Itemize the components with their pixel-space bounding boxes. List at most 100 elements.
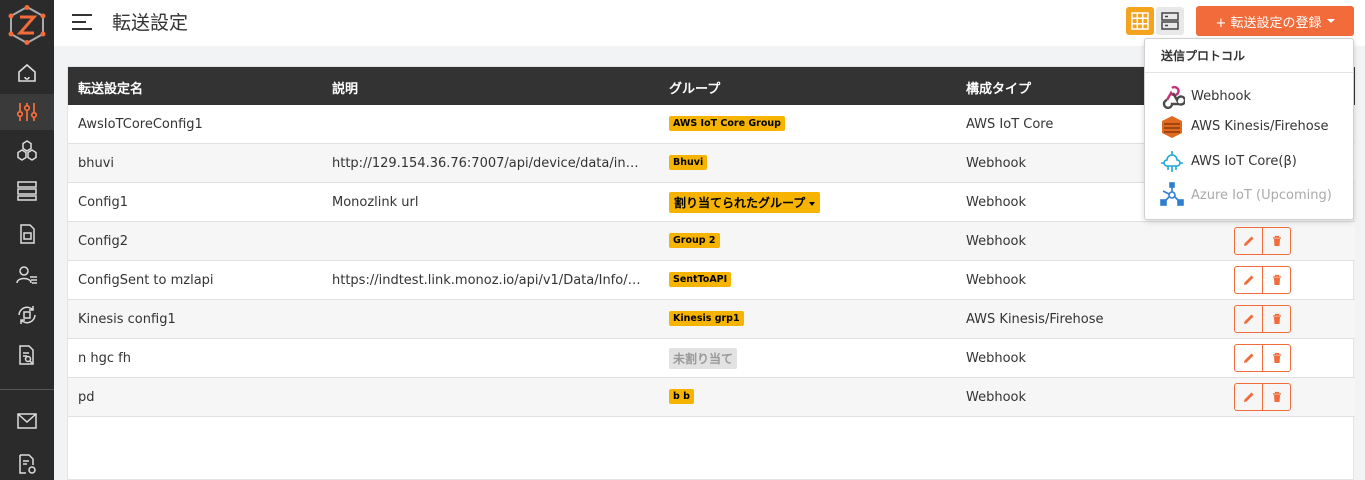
mail-icon [17, 413, 37, 429]
table-row[interactable]: Config2 Group 2 Webhook [68, 222, 1355, 261]
group-badge-label: 割り当てられたグループ [674, 196, 806, 210]
aws-iot-icon [1161, 151, 1183, 172]
config-description: https://indtest.link.monoz.io/api/v1/Dat… [332, 273, 642, 288]
config-name: n hgc fh [78, 351, 131, 366]
config-name: AwsIoTCoreConfig1 [78, 117, 203, 132]
group-badge: Group 2 [669, 233, 720, 248]
add-transfer-setting-button[interactable]: + 転送設定の登録 [1196, 6, 1354, 36]
row-actions [1234, 344, 1291, 372]
sidebar-item-sync[interactable] [0, 297, 54, 333]
sidebar-item-transfer[interactable] [0, 94, 54, 130]
menu-item-azure-iot: Azure IoT (Upcoming) [1159, 181, 1349, 209]
trash-icon [1272, 313, 1281, 324]
column-header-name: 転送設定名 [78, 82, 144, 97]
sliders-icon [16, 103, 38, 121]
column-header-group: グループ [669, 82, 721, 97]
trash-icon [1272, 352, 1281, 363]
menu-item-aws-iot-core[interactable]: AWS IoT Core(β) [1159, 147, 1349, 175]
table-row[interactable]: pd b b Webhook [68, 378, 1355, 417]
logo-icon[interactable] [7, 5, 47, 45]
chevron-down-icon [809, 201, 816, 206]
dropdown-header: 送信プロトコル [1161, 49, 1246, 63]
pencil-icon [1243, 275, 1254, 285]
delete-button[interactable] [1262, 384, 1290, 410]
menu-item-label: AWS IoT Core(β) [1191, 153, 1297, 169]
edit-button[interactable] [1235, 267, 1262, 293]
sidebar-divider [0, 389, 54, 390]
sidebar [0, 0, 54, 480]
group-badge: Bhuvi [669, 155, 708, 170]
group-dropdown-badge[interactable]: 割り当てられたグループ [669, 192, 821, 213]
chevron-down-icon [1326, 19, 1335, 23]
group-badge: SentToAPI [669, 272, 732, 287]
config-type: Webhook [966, 390, 1027, 405]
table-row[interactable]: ConfigSent to mzlapi https://indtest.lin… [68, 261, 1355, 300]
config-description: http://129.154.36.76:7007/api/device/dat… [332, 156, 642, 171]
list-view-button[interactable] [1156, 7, 1184, 35]
table-row[interactable]: n hgc fh 未割り当て Webhook [68, 339, 1355, 378]
trash-icon [1272, 274, 1281, 285]
trash-icon [1272, 391, 1281, 402]
column-header-description: 説明 [332, 82, 359, 97]
sidebar-item-devices[interactable] [0, 216, 54, 252]
sync-icon [18, 306, 36, 324]
edit-button[interactable] [1235, 345, 1262, 371]
delete-button[interactable] [1262, 345, 1290, 371]
sidebar-item-servers[interactable] [0, 173, 54, 209]
page-title: 転送設定 [112, 12, 189, 34]
pencil-icon [1243, 236, 1254, 246]
settings-doc-icon [19, 454, 36, 474]
add-transfer-setting-label: + 転送設定の登録 [1215, 15, 1322, 31]
hexagons-icon [17, 140, 37, 161]
menu-toggle-icon[interactable] [72, 12, 94, 32]
menu-item-label: Azure IoT (Upcoming) [1191, 187, 1332, 203]
config-name: pd [78, 390, 95, 405]
edit-button[interactable] [1235, 306, 1262, 332]
config-type: Webhook [966, 273, 1027, 288]
config-name: Config2 [78, 234, 128, 249]
sidebar-item-reports[interactable] [0, 337, 54, 373]
report-icon [19, 345, 34, 365]
config-type: AWS Kinesis/Firehose [966, 312, 1104, 327]
sidebar-item-settings[interactable] [0, 446, 54, 480]
edit-button[interactable] [1235, 384, 1262, 410]
delete-button[interactable] [1262, 306, 1290, 332]
menu-item-label: Webhook [1191, 88, 1252, 104]
azure-iot-icon [1160, 182, 1184, 206]
pencil-icon [1243, 353, 1254, 363]
device-icon [20, 224, 35, 244]
sidebar-item-users[interactable] [0, 257, 54, 293]
server-icon [17, 181, 37, 201]
home-icon [18, 63, 36, 82]
dropdown-divider [1145, 72, 1353, 73]
table-row[interactable]: Kinesis config1 Kinesis grp1 AWS Kinesis… [68, 300, 1355, 339]
user-list-icon [16, 266, 37, 284]
config-description: Monozlink url [332, 195, 419, 210]
group-badge: Kinesis grp1 [669, 311, 744, 326]
sidebar-item-groups[interactable] [0, 133, 54, 169]
pencil-icon [1243, 314, 1254, 324]
grid-icon [1131, 12, 1149, 30]
config-name: Kinesis config1 [78, 312, 176, 327]
grid-view-button[interactable] [1126, 7, 1154, 35]
menu-item-label: AWS Kinesis/Firehose [1191, 118, 1329, 134]
menu-item-webhook[interactable]: Webhook [1159, 82, 1349, 110]
config-type: Webhook [966, 351, 1027, 366]
edit-button[interactable] [1235, 228, 1262, 254]
sidebar-item-mail[interactable] [0, 403, 54, 439]
column-header-type: 構成タイプ [966, 82, 1032, 97]
list-icon [1161, 12, 1179, 30]
config-name: bhuvi [78, 156, 115, 171]
config-name: ConfigSent to mzlapi [78, 273, 214, 288]
menu-item-aws-kinesis[interactable]: AWS Kinesis/Firehose [1159, 112, 1349, 140]
group-badge: b b [669, 389, 694, 404]
aws-kinesis-icon [1162, 116, 1182, 138]
delete-button[interactable] [1262, 228, 1290, 254]
webhook-icon [1162, 85, 1185, 109]
delete-button[interactable] [1262, 267, 1290, 293]
config-name: Config1 [78, 195, 128, 210]
sidebar-item-home[interactable] [0, 55, 54, 91]
row-actions [1234, 266, 1291, 294]
pencil-icon [1243, 392, 1254, 402]
group-badge: AWS IoT Core Group [669, 116, 785, 131]
